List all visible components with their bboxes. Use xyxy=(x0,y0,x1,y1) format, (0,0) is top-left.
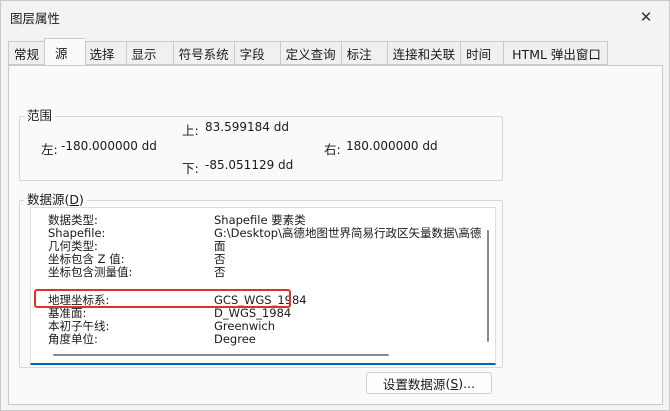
tab-general[interactable]: 常规 xyxy=(8,41,45,65)
extent-left-label: 左: xyxy=(41,142,58,157)
extent-bottom-label: 下: xyxy=(182,161,199,176)
set-data-source-suffix: ... xyxy=(463,375,476,391)
tab-html-popup[interactable]: HTML 弹出窗口 xyxy=(503,41,608,65)
tab-strip: 常规 源 选择 显示 符号系统 字段 定义查询 标注 连接和关联 时间 HTML… xyxy=(8,38,608,65)
extent-top-value: 83.599184 dd xyxy=(205,120,289,134)
row-value: G:\Desktop\高德地图世界简易行政区矢量数据\高德 xyxy=(214,226,482,240)
tab-fields[interactable]: 字段 xyxy=(233,41,280,65)
vertical-scrollbar[interactable] xyxy=(487,230,489,342)
set-data-source-button[interactable]: 设置数据源(S)... xyxy=(366,372,492,394)
list-item: 角度单位: Degree xyxy=(31,333,495,346)
set-data-source-accelerator: S xyxy=(450,375,459,391)
layer-properties-dialog: 图层属性 ✕ 常规 源 选择 显示 符号系统 字段 定义查询 标注 连接和关联 … xyxy=(0,0,670,411)
extent-bottom-value: -85.051129 dd xyxy=(205,158,294,172)
extent-top-label: 上: xyxy=(182,123,199,138)
row-key: 坐标包含测量值: xyxy=(48,265,133,279)
extent-right-value: 180.000000 dd xyxy=(346,139,438,153)
extent-group-label: 范围 xyxy=(24,109,56,123)
window-title: 图层属性 xyxy=(10,11,61,26)
datasource-list[interactable]: 数据类型: Shapefile 要素类 Shapefile: G:\Deskto… xyxy=(30,207,496,365)
horizontal-scrollbar[interactable] xyxy=(53,354,389,356)
datasource-group-label: 数据源(D) xyxy=(24,193,87,207)
tab-joins-relates[interactable]: 连接和关联 xyxy=(386,41,461,65)
row-key: 角度单位: xyxy=(48,332,98,346)
tab-selection[interactable]: 选择 xyxy=(84,41,126,65)
row-value: 否 xyxy=(214,265,226,279)
tab-symbology[interactable]: 符号系统 xyxy=(172,41,234,65)
list-item: Shapefile: G:\Desktop\高德地图世界简易行政区矢量数据\高德 xyxy=(31,227,495,240)
tab-display[interactable]: 显示 xyxy=(125,41,173,65)
list-item: 本初子午线: Greenwich xyxy=(31,320,495,333)
datasource-accelerator: D xyxy=(69,192,80,207)
extent-left-value: -180.000000 dd xyxy=(61,139,157,153)
tab-definition-query[interactable]: 定义查询 xyxy=(279,41,341,65)
row-value: Degree xyxy=(214,332,256,346)
title-bar: 图层属性 ✕ xyxy=(1,1,669,35)
tab-time[interactable]: 时间 xyxy=(460,41,504,65)
datasource-label-text: 数据源 xyxy=(27,192,65,207)
set-data-source-label: 设置数据源 xyxy=(382,376,446,392)
close-icon[interactable]: ✕ xyxy=(633,6,659,28)
tab-source[interactable]: 源 xyxy=(44,38,85,65)
tab-labels[interactable]: 标注 xyxy=(340,41,387,65)
list-item: 坐标包含测量值: 否 xyxy=(31,266,495,279)
extent-right-label: 右: xyxy=(324,142,341,157)
